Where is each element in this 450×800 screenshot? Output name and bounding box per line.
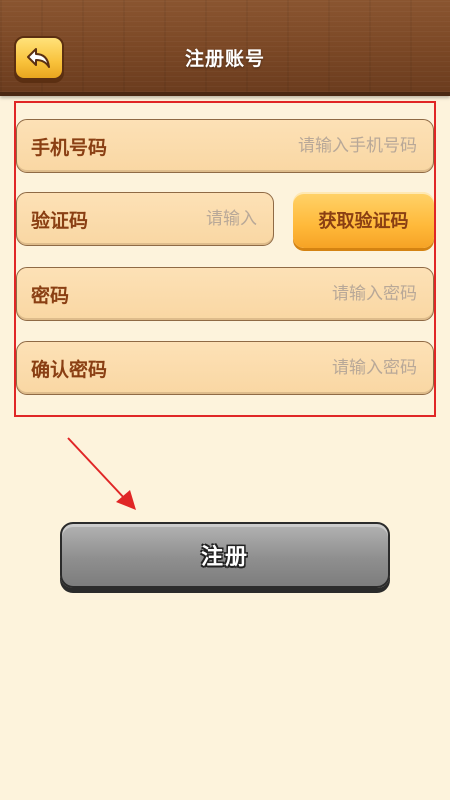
- confirm-password-field[interactable]: 确认密码: [16, 341, 434, 395]
- password-label: 密码: [31, 284, 70, 307]
- page-title: 注册账号: [184, 48, 265, 70]
- code-label: 验证码: [31, 209, 89, 232]
- confirm-password-input[interactable]: [107, 357, 419, 379]
- annotation-arrow-icon: [67, 437, 136, 510]
- register-label: 注册: [200, 545, 249, 570]
- confirm-password-label: 确认密码: [31, 358, 108, 381]
- phone-label: 手机号码: [31, 136, 108, 159]
- header-bar: 注册账号: [0, 0, 450, 96]
- get-code-button[interactable]: 获取验证码: [293, 192, 434, 248]
- phone-field[interactable]: 手机号码: [16, 119, 434, 173]
- register-screen: 注册账号 手机号码 验证码 获取验证码 密码 确认密码 注册: [0, 0, 450, 800]
- phone-input[interactable]: [107, 135, 419, 157]
- password-input[interactable]: [69, 283, 419, 305]
- code-field[interactable]: 验证码: [16, 192, 274, 246]
- code-input[interactable]: [88, 208, 259, 230]
- register-button[interactable]: 注册: [60, 522, 390, 588]
- password-field[interactable]: 密码: [16, 267, 434, 321]
